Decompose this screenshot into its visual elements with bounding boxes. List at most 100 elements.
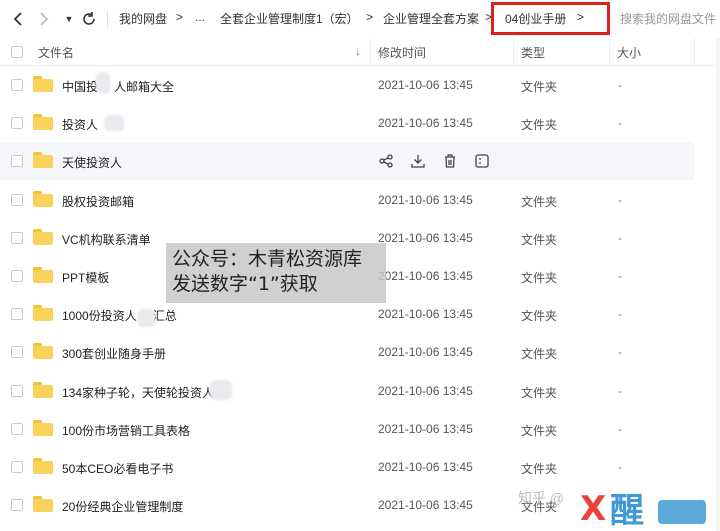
scrollbar[interactable] [716, 38, 720, 531]
row-checkbox[interactable] [11, 499, 23, 511]
file-size: - [618, 78, 622, 92]
file-name[interactable]: 134家种子轮，天使轮投资人 [62, 384, 214, 401]
file-name[interactable]: 20份经典企业管理制度 [62, 498, 183, 515]
file-size: - [618, 345, 622, 359]
file-type: 文件夹 [521, 424, 558, 438]
file-name[interactable]: 投资人 [62, 116, 98, 133]
breadcrumb-management-plan[interactable]: 企业管理全套方案 [383, 10, 479, 27]
modified-date: 2021-10-06 13:45 [378, 231, 473, 245]
chevron-right-icon [40, 12, 49, 26]
sort-down-icon[interactable]: ↓ [355, 44, 361, 58]
more-icon[interactable] [474, 153, 490, 169]
divider [694, 38, 695, 66]
file-type: 文件夹 [521, 271, 558, 285]
divider [513, 38, 514, 66]
row-checkbox[interactable] [11, 270, 23, 282]
file-size: - [618, 193, 622, 207]
highlight-box [491, 2, 610, 35]
file-row[interactable]: 天使投资人 [0, 142, 694, 180]
file-list-header: 文件名 ↓ 修改时间 类型 大小 [0, 38, 720, 66]
divider [107, 11, 108, 27]
file-name[interactable]: 股权投资邮箱 [62, 193, 134, 210]
row-checkbox[interactable] [11, 194, 23, 206]
breadcrumb-my-disk[interactable]: 我的网盘 [119, 10, 167, 27]
file-row[interactable]: 股权投资邮箱 2021-10-06 13:45 文件夹 - [0, 181, 694, 219]
folder-icon [33, 458, 53, 474]
folder-icon [33, 114, 53, 130]
file-size: - [618, 269, 622, 283]
row-checkbox[interactable] [11, 232, 23, 244]
share-icon[interactable] [378, 153, 394, 169]
divider [609, 38, 610, 66]
modified-date: 2021-10-06 13:45 [378, 269, 473, 283]
modified-date: 2021-10-06 13:45 [378, 460, 473, 474]
breadcrumb-management-system[interactable]: 全套企业管理制度1（宏） [220, 10, 359, 27]
modified-date: 2021-10-06 13:45 [378, 116, 473, 130]
row-actions [378, 153, 490, 169]
file-row[interactable]: 50本CEO必看电子书 2021-10-06 13:45 文件夹 - [0, 448, 694, 486]
file-name[interactable]: PPT模板 [62, 269, 109, 286]
modified-date: 2021-10-06 13:45 [378, 498, 473, 512]
breadcrumb-separator: > [366, 10, 374, 24]
row-checkbox[interactable] [11, 117, 23, 129]
modified-date: 2021-10-06 13:45 [378, 422, 473, 436]
column-type-header[interactable]: 类型 [521, 44, 545, 61]
search-input[interactable]: 搜索我的网盘文件 [620, 10, 720, 27]
row-checkbox[interactable] [11, 385, 23, 397]
refresh-button[interactable] [80, 8, 98, 30]
file-size: - [618, 422, 622, 436]
file-name[interactable]: 50本CEO必看电子书 [62, 460, 173, 477]
file-row[interactable]: 300套创业随身手册 2021-10-06 13:45 文件夹 - [0, 333, 694, 371]
back-button[interactable] [8, 8, 28, 30]
file-size: - [618, 307, 622, 321]
file-name[interactable]: 天使投资人 [62, 154, 122, 171]
delete-icon[interactable] [442, 153, 458, 169]
breadcrumb-ellipsis[interactable]: ... [195, 10, 205, 24]
folder-icon [33, 152, 53, 168]
file-name[interactable]: 300套创业随身手册 [62, 345, 166, 362]
file-size: - [618, 116, 622, 130]
row-checkbox[interactable] [11, 308, 23, 320]
column-name-header[interactable]: 文件名 [38, 44, 74, 61]
row-checkbox[interactable] [11, 155, 23, 167]
modified-date: 2021-10-06 13:45 [378, 307, 473, 321]
logo-icon: X 醒 [580, 489, 706, 531]
forward-button[interactable] [34, 8, 54, 30]
folder-icon [33, 343, 53, 359]
divider [370, 38, 371, 66]
file-name[interactable]: 100份市场营销工具表格 [62, 422, 190, 439]
file-name[interactable]: 1000份投资人 汇总 [62, 307, 177, 324]
row-checkbox[interactable] [11, 346, 23, 358]
file-type: 文件夹 [521, 347, 558, 361]
caret-down-icon: ▼ [64, 14, 74, 24]
redaction-blur [137, 309, 155, 327]
file-name[interactable]: VC机构联系清单 [62, 231, 151, 248]
download-icon[interactable] [410, 153, 426, 169]
row-checkbox[interactable] [11, 461, 23, 473]
file-size: - [618, 460, 622, 474]
svg-text:X: X [580, 489, 606, 528]
modified-date: 2021-10-06 13:45 [378, 193, 473, 207]
promo-overlay: 公众号：木青松资源库 发送数字“1”获取 [166, 243, 386, 303]
redaction-blur [96, 72, 110, 94]
folder-icon [33, 267, 53, 283]
overlay-line-2: 发送数字“1”获取 [172, 273, 318, 295]
file-row[interactable]: 100份市场营销工具表格 2021-10-06 13:45 文件夹 - [0, 410, 694, 448]
column-modified-header[interactable]: 修改时间 [378, 44, 426, 61]
file-type: 文件夹 [521, 233, 558, 247]
modified-date: 2021-10-06 13:45 [378, 384, 473, 398]
toolbar: ▼ 我的网盘 > ... 全套企业管理制度1（宏） > 企业管理全套方案 > 0… [0, 0, 720, 38]
file-name[interactable]: 中国投 人邮箱大全 [62, 78, 174, 95]
folder-icon [33, 382, 53, 398]
file-type: 文件夹 [521, 386, 558, 400]
row-checkbox[interactable] [11, 79, 23, 91]
file-row[interactable]: 134家种子轮，天使轮投资人 2021-10-06 13:45 文件夹 - [0, 372, 694, 410]
file-size: - [618, 384, 622, 398]
history-dropdown-button[interactable]: ▼ [62, 8, 76, 30]
select-all-checkbox[interactable] [11, 46, 23, 58]
modified-date: 2021-10-06 13:45 [378, 345, 473, 359]
folder-icon [33, 420, 53, 436]
column-size-header[interactable]: 大小 [617, 44, 641, 61]
modified-date: 2021-10-06 13:45 [378, 78, 473, 92]
row-checkbox[interactable] [11, 423, 23, 435]
